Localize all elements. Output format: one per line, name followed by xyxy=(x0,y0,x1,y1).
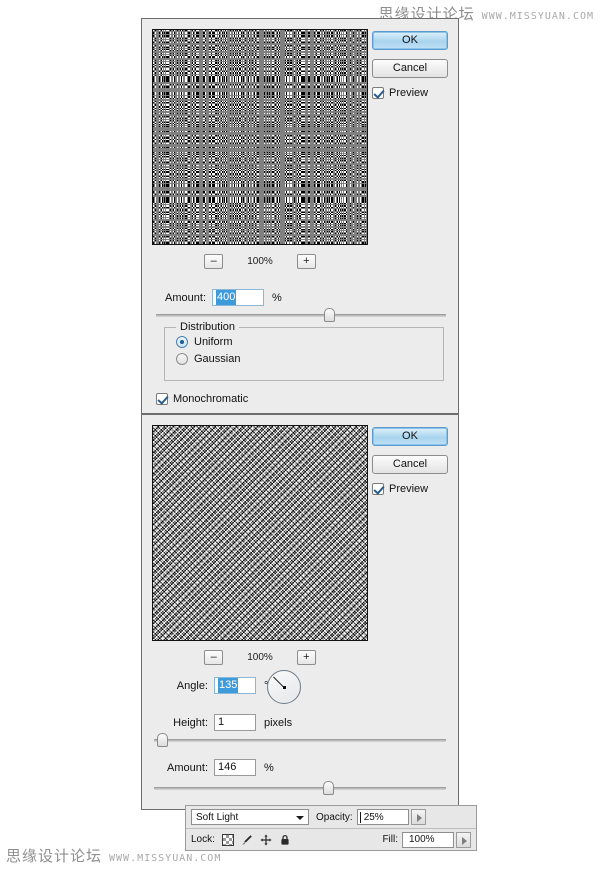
amount-label: Amount: xyxy=(167,761,208,774)
monochromatic-row[interactable]: Monochromatic xyxy=(156,393,248,405)
angle-label: Angle: xyxy=(176,679,208,692)
radio-row-gaussian[interactable]: Gaussian xyxy=(176,353,443,365)
height-slider-track xyxy=(154,739,446,742)
watermark-url-text: WWW.MISSYUAN.COM xyxy=(481,11,594,22)
fill-stepper[interactable] xyxy=(456,831,471,848)
angle-dial[interactable] xyxy=(267,670,301,704)
distribution-group-title: Distribution xyxy=(176,321,240,333)
opacity-value: 25% xyxy=(363,811,384,823)
watermark-bottom: 思缘设计论坛 WWW.MISSYUAN.COM xyxy=(6,845,221,866)
height-label: Height: xyxy=(173,716,208,729)
brush-icon[interactable] xyxy=(241,834,253,846)
ok-button[interactable]: OK xyxy=(372,31,448,50)
amount-slider[interactable] xyxy=(156,308,446,322)
emboss-preview-image xyxy=(153,426,367,640)
preview-checkbox-label: Preview xyxy=(389,87,429,99)
preview-checkbox-label: Preview xyxy=(389,483,429,495)
radio-gaussian[interactable] xyxy=(176,353,188,365)
zoom-in-button[interactable]: + xyxy=(296,649,316,665)
layers-panel: Soft Light Opacity: 25% Lock: Fill: 100% xyxy=(185,805,477,851)
text-caret xyxy=(359,812,361,823)
cancel-button[interactable]: Cancel xyxy=(372,455,448,474)
add-noise-dialog: – 100% + OK Cancel Preview Amount: 400 %… xyxy=(141,18,459,414)
fill-input[interactable]: 100% xyxy=(402,831,454,848)
noise-button-column: OK Cancel Preview xyxy=(372,31,448,99)
angle-input-value: 135 xyxy=(218,678,239,693)
emboss-amount-slider-track xyxy=(154,787,446,790)
blend-mode-select[interactable]: Soft Light xyxy=(191,809,309,825)
watermark-cn-text: 思缘设计论坛 xyxy=(6,847,103,865)
monochromatic-checkbox[interactable] xyxy=(156,393,168,405)
distribution-group: Distribution Uniform Gaussian xyxy=(164,321,444,381)
noise-zoom-controls: – 100% + xyxy=(152,251,368,271)
emboss-dialog: – 100% + OK Cancel Preview Angle: 135 ° … xyxy=(141,414,459,810)
preview-checkbox-row[interactable]: Preview xyxy=(372,483,448,495)
zoom-level-label: 100% xyxy=(247,255,273,267)
preview-checkbox-row[interactable]: Preview xyxy=(372,87,448,99)
amount-input-value: 400 xyxy=(216,290,237,305)
emboss-zoom-controls: – 100% + xyxy=(152,647,368,667)
angle-input[interactable]: 135 xyxy=(214,677,256,694)
emboss-height-row: Height: 1 pixels xyxy=(156,714,292,731)
height-input-value: 1 xyxy=(218,716,225,728)
height-unit: pixels xyxy=(264,716,293,729)
radio-row-uniform[interactable]: Uniform xyxy=(176,336,443,348)
blend-mode-value: Soft Light xyxy=(196,811,239,823)
opacity-label: Opacity: xyxy=(316,811,353,823)
radio-uniform-label: Uniform xyxy=(194,336,233,348)
amount-input[interactable]: 146 xyxy=(214,759,256,776)
lock-label: Lock: xyxy=(191,834,215,845)
amount-label: Amount: xyxy=(165,291,206,304)
layers-panel-lock-row: Lock: Fill: 100% xyxy=(186,828,476,850)
noise-amount-row: Amount: 400 % xyxy=(156,289,282,306)
ok-button[interactable]: OK xyxy=(372,427,448,446)
emboss-amount-slider-thumb[interactable] xyxy=(323,781,335,795)
monochromatic-label: Monochromatic xyxy=(173,393,249,405)
emboss-preview-box[interactable] xyxy=(152,425,368,641)
cancel-button[interactable]: Cancel xyxy=(372,59,448,78)
zoom-level-label: 100% xyxy=(247,651,273,663)
emboss-amount-slider[interactable] xyxy=(154,781,446,795)
height-input[interactable]: 1 xyxy=(214,714,256,731)
fill-value: 100% xyxy=(409,834,435,845)
noise-preview-image xyxy=(153,30,367,244)
zoom-out-button[interactable]: – xyxy=(204,649,224,665)
emboss-button-column: OK Cancel Preview xyxy=(372,427,448,495)
amount-slider-track xyxy=(156,314,446,317)
transparency-checker-icon[interactable] xyxy=(221,833,234,846)
noise-preview-box[interactable] xyxy=(152,29,368,245)
opacity-stepper[interactable] xyxy=(410,809,426,825)
height-slider-thumb[interactable] xyxy=(156,733,168,747)
amount-input[interactable]: 400 xyxy=(212,289,264,306)
amount-input-value: 146 xyxy=(218,761,237,773)
preview-checkbox[interactable] xyxy=(372,483,384,495)
fill-label: Fill: xyxy=(382,834,398,845)
zoom-out-button[interactable]: – xyxy=(204,253,224,269)
layers-panel-blend-row: Soft Light Opacity: 25% xyxy=(186,806,476,828)
emboss-angle-row: Angle: 135 ° xyxy=(156,677,268,694)
amount-unit: % xyxy=(272,291,282,304)
amount-unit: % xyxy=(264,761,274,774)
move-icon[interactable] xyxy=(260,834,272,846)
emboss-amount-row: Amount: 146 % xyxy=(156,759,274,776)
lock-icon-group xyxy=(221,833,291,846)
radio-uniform[interactable] xyxy=(176,336,188,348)
opacity-input[interactable]: 25% xyxy=(356,809,409,825)
zoom-in-button[interactable]: + xyxy=(296,253,316,269)
watermark-url-text: WWW.MISSYUAN.COM xyxy=(109,853,222,864)
height-slider[interactable] xyxy=(154,733,446,747)
angle-dial-hub xyxy=(282,685,286,689)
radio-gaussian-label: Gaussian xyxy=(194,353,241,365)
amount-slider-thumb[interactable] xyxy=(324,308,336,322)
lock-icon[interactable] xyxy=(279,834,291,846)
preview-checkbox[interactable] xyxy=(372,87,384,99)
chevron-down-icon xyxy=(296,816,304,820)
